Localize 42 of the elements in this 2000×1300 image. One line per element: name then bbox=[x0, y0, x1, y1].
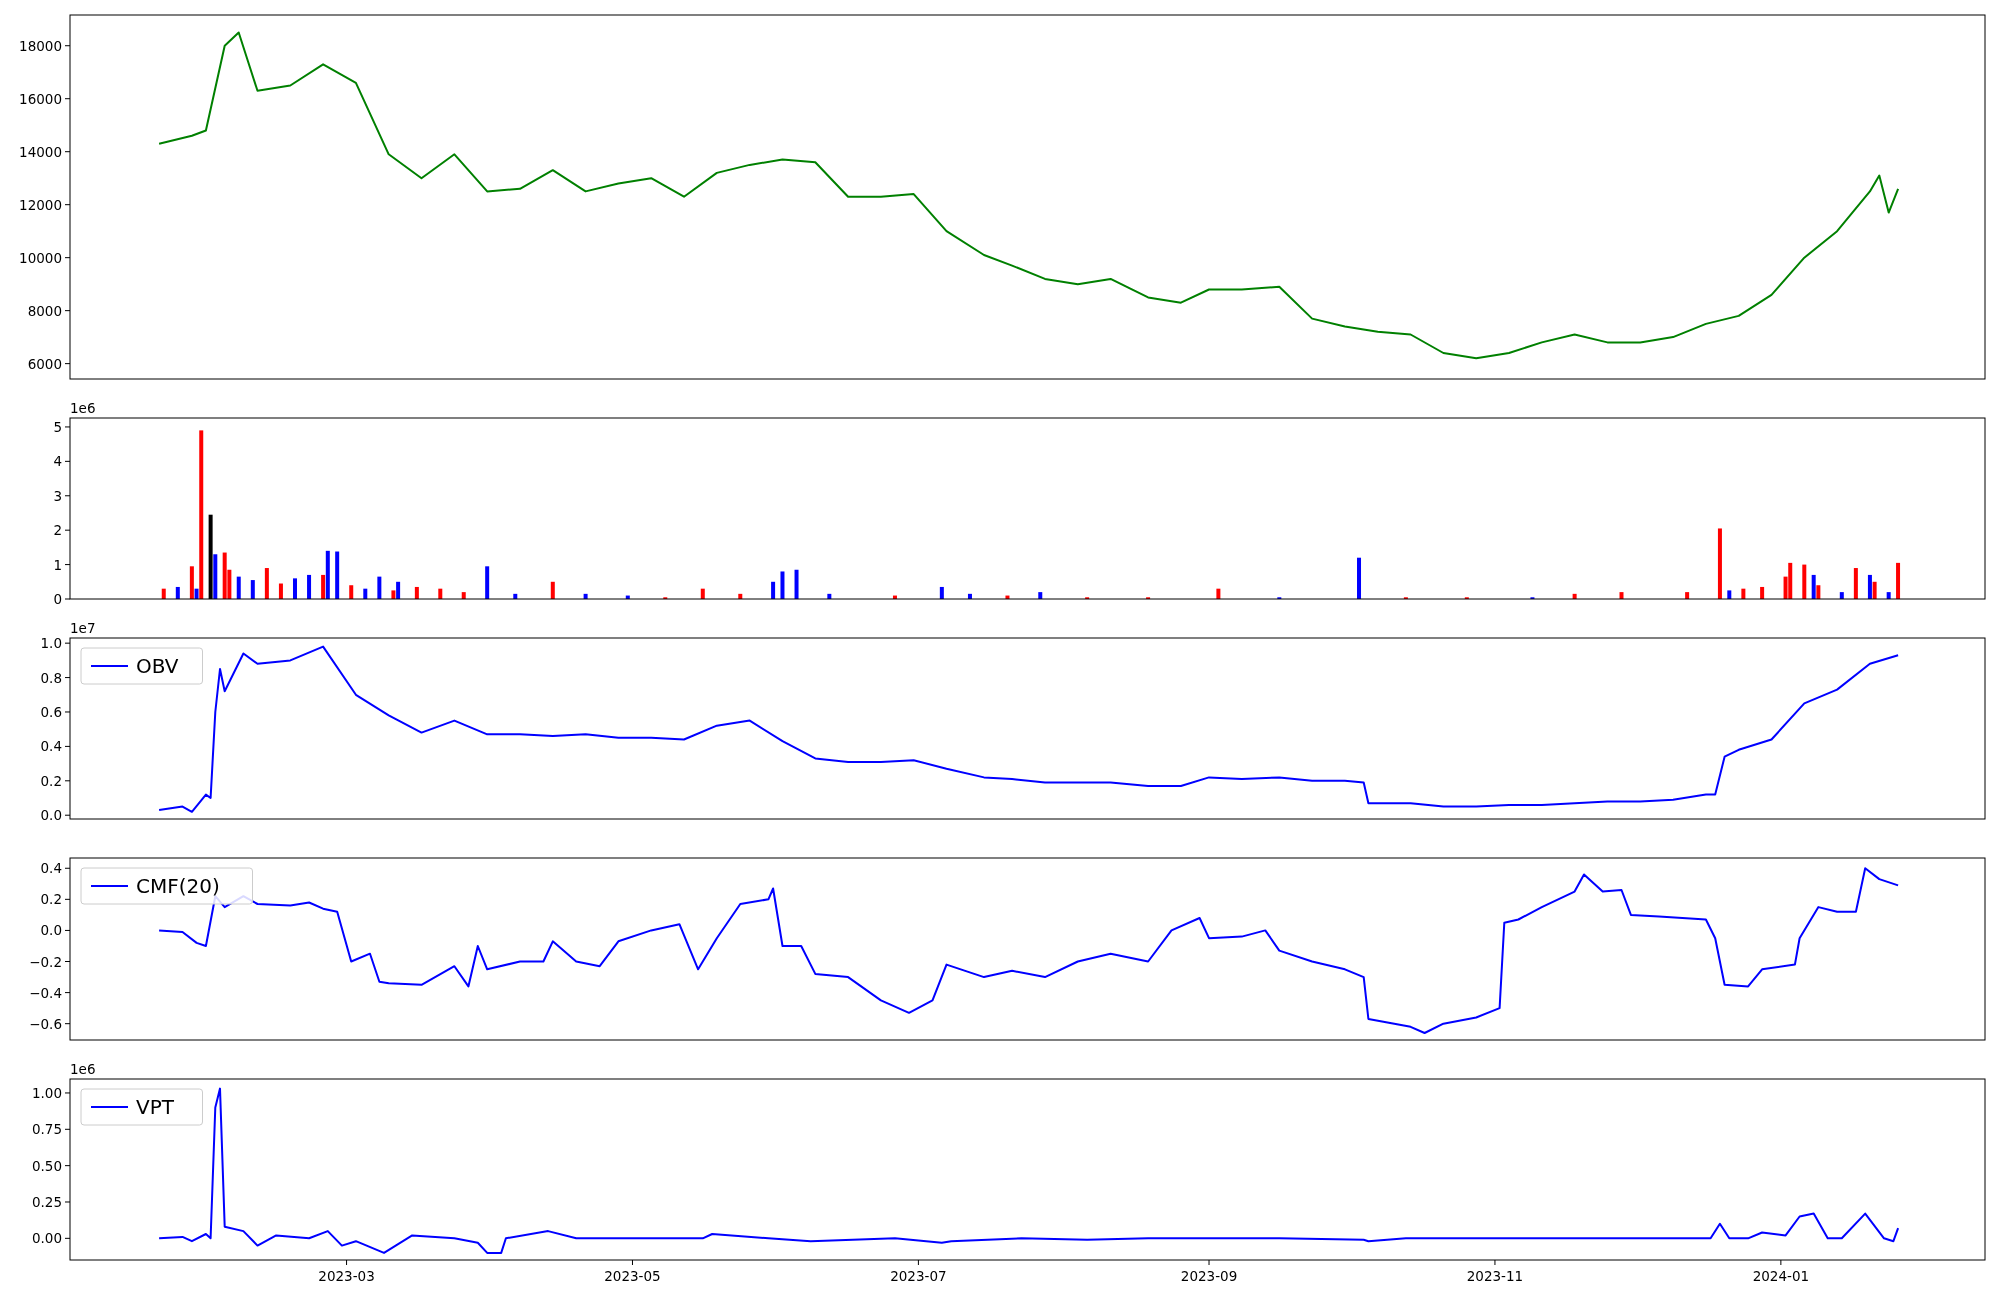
tick-label: 0.2 bbox=[40, 772, 62, 789]
axis-offset-label: 1e7 bbox=[70, 620, 96, 636]
tick-label: 4 bbox=[53, 453, 62, 470]
tick-label: −0.2 bbox=[29, 953, 62, 970]
tick-label: 0.2 bbox=[40, 891, 62, 908]
tick-label: 1.00 bbox=[31, 1084, 62, 1101]
tick-label: 16000 bbox=[19, 90, 62, 107]
tick-label: 8000 bbox=[27, 302, 62, 319]
tick-label: 1.0 bbox=[40, 635, 62, 652]
tick-label: 2 bbox=[53, 522, 62, 539]
tick-label: 0.4 bbox=[40, 860, 62, 877]
tick-label: 0.0 bbox=[40, 807, 62, 824]
tick-label: 2024-01 bbox=[1752, 1268, 1810, 1284]
tick-label: 2023-03 bbox=[318, 1268, 375, 1284]
tick-label: 0.00 bbox=[31, 1230, 62, 1247]
tick-label: 3 bbox=[53, 487, 62, 504]
tick-label: 0.50 bbox=[31, 1157, 62, 1174]
tick-label: 0.4 bbox=[40, 738, 62, 755]
tick-label: 2023-11 bbox=[1466, 1268, 1524, 1284]
tick-label: −0.6 bbox=[29, 1015, 62, 1032]
tick-label: 0.6 bbox=[40, 704, 62, 720]
legend-label: CMF(20) bbox=[136, 874, 220, 898]
tick-label: 12000 bbox=[19, 196, 62, 213]
legend-label: OBV bbox=[136, 654, 179, 678]
tick-label: −0.4 bbox=[29, 984, 62, 1001]
tick-label: 2023-09 bbox=[1180, 1268, 1238, 1284]
tick-label: 5 bbox=[53, 418, 62, 435]
tick-label: 2023-07 bbox=[890, 1268, 947, 1284]
tick-label: 0.75 bbox=[31, 1121, 62, 1138]
tick-label: 2023-05 bbox=[604, 1268, 661, 1284]
tick-label: 18000 bbox=[19, 37, 62, 54]
tick-label: 0.8 bbox=[40, 669, 62, 686]
axis-offset-label: 1e6 bbox=[70, 1061, 96, 1077]
axis-offset-label: 1e6 bbox=[70, 400, 96, 416]
tick-label: 6000 bbox=[27, 355, 62, 372]
tick-label: 0 bbox=[53, 591, 62, 607]
legend-label: VPT bbox=[136, 1095, 174, 1119]
tick-label: 0.0 bbox=[40, 922, 62, 939]
tick-label: 1 bbox=[53, 556, 62, 573]
tick-label: 10000 bbox=[19, 249, 62, 266]
tick-label: 14000 bbox=[19, 143, 62, 160]
tick-label: 0.25 bbox=[31, 1194, 62, 1210]
